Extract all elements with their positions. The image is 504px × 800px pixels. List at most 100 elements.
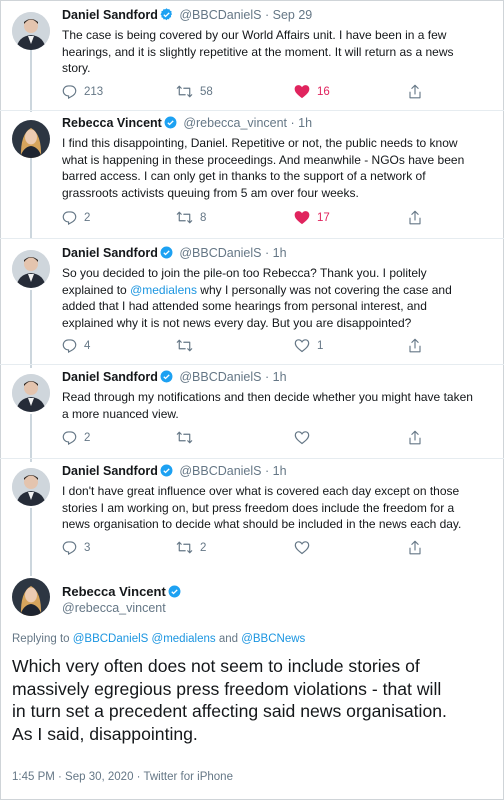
tweet-text-line: The case is being covered by our World A… xyxy=(62,28,447,42)
avatar-rebecca-vincent[interactable] xyxy=(12,120,50,158)
author-name-text: Rebecca Vincent xyxy=(62,584,166,599)
tweet-actions: 4 1 xyxy=(62,338,482,358)
tweet-header: Daniel Sandford @BBCDanielS · 1h xyxy=(62,246,287,262)
author-handle[interactable]: @BBCDanielS xyxy=(179,370,261,384)
like-count: 16 xyxy=(317,85,330,98)
tweet-text: I find this disappointing, Daniel. Repet… xyxy=(62,135,494,201)
replying-and: and xyxy=(215,633,242,645)
reply-icon xyxy=(62,84,77,99)
tweet-time[interactable]: 1h xyxy=(273,370,287,384)
divider xyxy=(0,110,504,111)
share-button[interactable] xyxy=(408,430,422,445)
share-icon xyxy=(408,210,422,225)
tweet-time[interactable]: 1h xyxy=(273,246,287,260)
reply-count: 2 xyxy=(84,211,91,224)
like-icon xyxy=(294,84,310,99)
author-handle[interactable]: @BBCDanielS xyxy=(179,246,261,260)
share-icon xyxy=(408,84,422,99)
replying-to: Replying to @BBCDanielS @medialens and @… xyxy=(12,633,305,645)
reply-button[interactable]: 3 xyxy=(62,540,90,555)
tweet-text-line: grassroots activists queuing from 5 am o… xyxy=(62,185,359,200)
reply-button[interactable]: 2 xyxy=(62,430,90,445)
separator-dot: · xyxy=(264,464,270,478)
share-button[interactable] xyxy=(408,210,422,225)
retweet-button[interactable]: 2 xyxy=(176,540,206,555)
tweet-text-line: barred access. I can only get in thanks … xyxy=(62,169,426,184)
author-name[interactable]: Daniel Sandford xyxy=(62,246,158,260)
tweet[interactable]: Daniel Sandford @BBCDanielS · 1h So you … xyxy=(0,244,504,362)
author-handle[interactable]: @BBCDanielS xyxy=(179,8,261,22)
divider xyxy=(0,364,504,365)
tweet-timestamp[interactable]: 1:45 PM · Sep 30, 2020 · Twitter for iPh… xyxy=(12,771,233,783)
author-name[interactable]: Daniel Sandford xyxy=(62,370,158,384)
retweet-icon xyxy=(176,430,193,445)
share-button[interactable] xyxy=(408,338,422,353)
retweet-button[interactable]: 58 xyxy=(176,84,213,99)
avatar-daniel-sandford[interactable] xyxy=(12,374,50,412)
reply-button[interactable]: 213 xyxy=(62,84,103,99)
author-handle[interactable]: @rebecca_vincent xyxy=(62,601,166,615)
avatar-daniel-sandford[interactable] xyxy=(12,468,50,506)
verified-badge-icon xyxy=(160,8,173,24)
tweet-time[interactable]: Sep 29 xyxy=(273,8,313,22)
like-count: 1 xyxy=(317,339,324,352)
tweet[interactable]: Daniel Sandford @BBCDanielS · 1h I don't… xyxy=(0,462,504,566)
verified-badge-icon xyxy=(160,464,173,480)
mention-link[interactable]: @medialens xyxy=(152,633,216,645)
tweet-header: Daniel Sandford @BBCDanielS · Sep 29 xyxy=(62,8,312,24)
like-icon xyxy=(294,210,310,225)
reply-count: 2 xyxy=(84,431,91,444)
tweet-text-line: in turn set a precedent affecting said n… xyxy=(12,701,447,722)
retweet-icon xyxy=(176,84,193,99)
avatar-daniel-sandford[interactable] xyxy=(12,250,50,288)
tweet-time[interactable]: 1h xyxy=(298,116,312,130)
tweet-text-line: As I said, disappointing. xyxy=(12,723,198,744)
reply-count: 4 xyxy=(84,339,91,352)
separator-dot: · xyxy=(264,8,270,22)
mention-link[interactable]: @medialens xyxy=(130,283,197,297)
tweet[interactable]: Daniel Sandford @BBCDanielS · Sep 29 The… xyxy=(0,6,504,106)
retweet-button[interactable] xyxy=(176,430,200,445)
share-button[interactable] xyxy=(408,84,422,99)
tweet-time[interactable]: 1h xyxy=(273,464,287,478)
tweet-text-line: massively egregious press freedom violat… xyxy=(12,678,442,699)
verified-badge-icon xyxy=(164,116,177,132)
reply-button[interactable]: 2 xyxy=(62,210,90,225)
tweet-text-line: news organisation to decide what should … xyxy=(62,517,462,532)
like-count: 17 xyxy=(317,211,330,224)
share-icon xyxy=(408,338,422,353)
verified-badge-icon xyxy=(160,370,173,386)
retweet-icon xyxy=(176,210,193,225)
tweet-text-line: stories I am working on, but press freed… xyxy=(62,500,455,515)
author-handle[interactable]: @BBCDanielS xyxy=(179,464,261,478)
tweet-header: Rebecca Vincent @rebecca_vincent · 1h xyxy=(62,116,312,132)
tweet-text: So you decided to join the pile-on too R… xyxy=(62,265,494,331)
like-icon xyxy=(294,540,310,555)
main-tweet-text: Which very often does not seem to includ… xyxy=(12,655,500,745)
tweet[interactable]: Daniel Sandford @BBCDanielS · 1h Read th… xyxy=(0,368,504,454)
avatar-rebecca-vincent[interactable] xyxy=(12,578,50,616)
retweet-button[interactable] xyxy=(176,338,200,353)
author-name[interactable]: Rebecca Vincent xyxy=(62,584,184,601)
tweet-actions: 2 xyxy=(62,430,482,450)
like-button[interactable] xyxy=(294,540,317,555)
like-button[interactable] xyxy=(294,430,317,445)
like-button[interactable]: 17 xyxy=(294,210,330,225)
tweet[interactable]: Rebecca Vincent @rebecca_vincent · 1h I … xyxy=(0,114,504,234)
separator-dot: · xyxy=(264,370,270,384)
tweet-text-line: Which very often does not seem to includ… xyxy=(12,656,420,676)
mention-link[interactable]: @BBCDanielS xyxy=(73,633,149,645)
retweet-button[interactable]: 8 xyxy=(176,210,206,225)
author-name[interactable]: Rebecca Vincent xyxy=(62,116,162,130)
author-name[interactable]: Daniel Sandford xyxy=(62,8,158,22)
share-icon xyxy=(408,540,422,555)
author-name[interactable]: Daniel Sandford xyxy=(62,464,158,478)
reply-button[interactable]: 4 xyxy=(62,338,90,353)
reply-count: 213 xyxy=(84,85,104,98)
avatar-daniel-sandford[interactable] xyxy=(12,12,50,50)
like-button[interactable]: 16 xyxy=(294,84,330,99)
mention-link[interactable]: @BBCNews xyxy=(241,633,305,645)
author-handle[interactable]: @rebecca_vincent xyxy=(183,116,287,130)
like-button[interactable]: 1 xyxy=(294,338,323,353)
share-button[interactable] xyxy=(408,540,422,555)
